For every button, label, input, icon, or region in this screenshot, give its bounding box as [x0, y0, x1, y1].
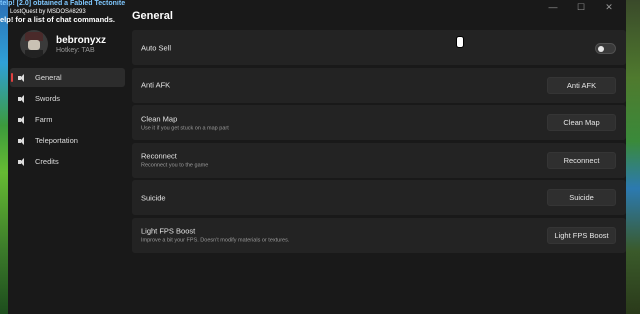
- sidebar-nav: General Swords Farm Teleportation Credit…: [10, 68, 125, 173]
- row-label: Suicide: [141, 193, 166, 203]
- sidebar-item-swords[interactable]: Swords: [10, 89, 125, 108]
- speaker-icon: [18, 115, 26, 124]
- minimize-icon[interactable]: —: [546, 2, 560, 13]
- row-light-fps-boost: Light FPS Boost Improve a bit your FPS. …: [132, 217, 626, 253]
- sidebar-item-label: Swords: [35, 94, 61, 103]
- row-label: Reconnect: [141, 151, 177, 161]
- sidebar-item-label: Teleportation: [35, 136, 78, 145]
- sidebar-item-teleportation[interactable]: Teleportation: [10, 131, 125, 150]
- speaker-icon: [18, 157, 26, 166]
- row-reconnect: Reconnect Reconnect you to the game Reco…: [132, 142, 626, 178]
- row-auto-sell: Auto Sell: [132, 30, 626, 65]
- chat-line: telp! [2.0] obtained a Fabled Tectonite: [0, 0, 126, 7]
- sidebar-item-label: Farm: [35, 115, 53, 124]
- row-clean-map: Clean Map Use it if you get stuck on a m…: [132, 105, 626, 141]
- avatar: [20, 30, 48, 58]
- game-background-left: [0, 0, 8, 314]
- profile-username: bebronyxz: [56, 34, 107, 46]
- row-label: Auto Sell: [141, 43, 172, 52]
- row-anti-afk: Anti AFK Anti AFK: [132, 67, 626, 103]
- maximize-icon[interactable]: ☐: [574, 2, 588, 13]
- row-description: Improve a bit your FPS. Doesn't modify m…: [141, 237, 290, 244]
- speaker-icon: [18, 94, 26, 103]
- sidebar-item-general[interactable]: General: [10, 68, 125, 87]
- reconnect-button[interactable]: Reconnect: [547, 151, 616, 169]
- window-controls: — ☐ ✕: [546, 2, 616, 13]
- speaker-icon: [18, 73, 26, 82]
- row-label: Light FPS Boost: [141, 226, 196, 236]
- clean-map-button[interactable]: Clean Map: [547, 114, 616, 132]
- page-title: General: [132, 10, 173, 22]
- sidebar-item-label: General: [35, 73, 62, 82]
- row-label: Anti AFK: [141, 80, 171, 90]
- sidebar-item-credits[interactable]: Credits: [10, 152, 125, 171]
- script-hub-window: — ☐ ✕ bebronyxz Hotkey: TAB General Swor…: [8, 0, 626, 314]
- settings-list: Auto Sell Anti AFK Anti AFK Clean Map Us…: [132, 30, 626, 256]
- suicide-button[interactable]: Suicide: [547, 189, 616, 207]
- chat-line: elp! for a list of chat commands.: [0, 15, 116, 24]
- close-icon[interactable]: ✕: [602, 2, 616, 13]
- auto-sell-toggle[interactable]: [595, 43, 616, 54]
- game-background-right: [626, 0, 640, 314]
- sidebar-item-farm[interactable]: Farm: [10, 110, 125, 129]
- row-description: Reconnect you to the game: [141, 162, 209, 169]
- row-label: Clean Map: [141, 114, 178, 124]
- row-description: Use it if you get stuck on a map part: [141, 125, 229, 132]
- sidebar-item-label: Credits: [35, 157, 59, 166]
- row-suicide: Suicide Suicide: [132, 180, 626, 216]
- anti-afk-button[interactable]: Anti AFK: [547, 76, 616, 94]
- profile-card: bebronyxz Hotkey: TAB: [20, 30, 106, 58]
- sidebar: bebronyxz Hotkey: TAB General Swords Far…: [8, 0, 132, 314]
- profile-hotkey: Hotkey: TAB: [56, 46, 95, 54]
- game-chat: telp! [2.0] obtained a Fabled Tectonite …: [0, 0, 125, 24]
- speaker-icon: [18, 136, 26, 145]
- light-fps-boost-button[interactable]: Light FPS Boost: [547, 226, 616, 244]
